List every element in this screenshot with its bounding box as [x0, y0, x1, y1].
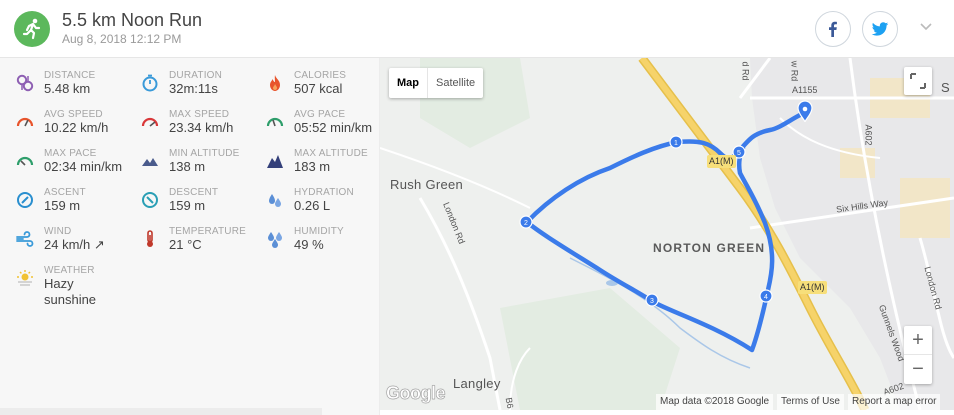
descent-compass-icon [142, 192, 158, 208]
panel-divider [0, 408, 322, 415]
svg-text:5: 5 [737, 150, 741, 157]
stat-max-pace: MAX PACE 02:34 min/km [16, 148, 141, 184]
stat-avg-pace: AVG PACE 05:52 min/km [266, 109, 391, 145]
distance-pin-icon [16, 74, 34, 92]
stat-wind: WIND 24 km/h ↗ [16, 226, 141, 262]
map-type-satellite-button[interactable]: Satellite [428, 68, 483, 98]
stat-distance: DISTANCE 5.48 km [16, 70, 141, 106]
map-type-map-button[interactable]: Map [389, 68, 428, 98]
water-drops-icon [269, 194, 281, 207]
sun-haze-icon [17, 270, 33, 286]
stat-weather: WEATHER Hazy sunshine [16, 265, 141, 313]
activity-title: 5.5 km Noon Run [62, 10, 203, 30]
activity-date: Aug 8, 2018 12:12 PM [62, 32, 182, 46]
map-shield-a1m-top: A1(M) [707, 155, 736, 168]
zoom-out-button[interactable]: − [904, 355, 932, 384]
svg-text:4: 4 [764, 294, 768, 301]
stat-max-altitude: MAX ALTITUDE 183 m [266, 148, 391, 184]
stat-temperature: TEMPERATURE 21 °C [141, 226, 266, 262]
stat-min-altitude: MIN ALTITUDE 138 m [141, 148, 266, 184]
wind-icon [16, 231, 34, 247]
stat-duration: DURATION 32m:11s [141, 70, 266, 106]
map-label-road-rd2: w Rd [789, 60, 800, 82]
stat-ascent: ASCENT 159 m [16, 187, 141, 223]
pace-gauge-icon [266, 117, 284, 127]
speedometer-icon [16, 117, 34, 127]
svg-text:3: 3 [650, 298, 654, 305]
stat-calories: CALORIES 507 kcal [266, 70, 391, 106]
svg-text:1: 1 [674, 140, 678, 147]
map-shield-a1m-mid: A1(M) [798, 281, 827, 294]
map-type-toggle[interactable]: Map Satellite [389, 68, 484, 98]
map-label-a1155: A1155 [792, 85, 818, 95]
stat-descent: DESCENT 159 m [141, 187, 266, 223]
map-label-langley: Langley [453, 376, 501, 391]
route-marker-2[interactable]: 2 [519, 215, 533, 229]
chevron-down-icon[interactable] [918, 18, 934, 34]
thermometer-icon [147, 230, 153, 247]
running-icon [14, 11, 50, 47]
stat-humidity: HUMIDITY 49 % [266, 226, 391, 262]
stats-panel: DISTANCE 5.48 km DURATION 32m:11s CALORI… [0, 58, 380, 415]
facebook-share-button[interactable] [815, 11, 851, 47]
mountain-icon [142, 158, 158, 166]
zoom-controls: + − [904, 326, 932, 384]
flame-icon [270, 75, 280, 91]
activity-header: 5.5 km Noon Run Aug 8, 2018 12:12 PM [0, 0, 954, 58]
route-marker-4[interactable]: 4 [759, 289, 773, 303]
route-marker-3[interactable]: 3 [645, 293, 659, 307]
stat-hydration: HYDRATION 0.26 L [266, 187, 391, 223]
twitter-share-button[interactable] [862, 11, 898, 47]
stat-avg-speed: AVG SPEED 10.22 km/h [16, 109, 141, 145]
zoom-in-button[interactable]: + [904, 326, 932, 355]
map-label-road-rd1: d Rd [740, 61, 751, 81]
humidity-drops-icon [268, 232, 282, 248]
fullscreen-button[interactable] [904, 67, 932, 95]
mountain-icon [267, 155, 283, 168]
speedometer-icon [141, 117, 159, 127]
stat-max-speed: MAX SPEED 23.34 km/h [141, 109, 266, 145]
terms-of-use-link[interactable]: Terms of Use [777, 394, 844, 410]
map-canvas[interactable]: 1 2 3 4 5 [380, 58, 954, 410]
twitter-icon [871, 22, 889, 36]
svg-text:2: 2 [524, 220, 528, 227]
pace-gauge-icon [16, 156, 34, 166]
route-map[interactable]: 1 2 3 4 5 Map Satellite Rush Green NORTO… [380, 58, 954, 410]
map-label-b-road: B6 [503, 396, 516, 410]
fullscreen-icon [910, 73, 926, 89]
map-attribution: Map data ©2018 Google [656, 394, 774, 410]
map-label-norton-green: NORTON GREEN [653, 241, 766, 255]
facebook-icon [829, 21, 837, 37]
route-marker-1[interactable]: 1 [669, 135, 683, 149]
report-map-error-link[interactable]: Report a map error [848, 394, 941, 410]
stopwatch-icon [142, 74, 158, 92]
map-label-rush-green: Rush Green [390, 177, 464, 192]
google-logo[interactable]: Google [386, 383, 446, 404]
map-label-a602-top: A602 [863, 124, 874, 146]
ascent-compass-icon [17, 192, 33, 208]
map-label-edge: S [941, 80, 950, 95]
